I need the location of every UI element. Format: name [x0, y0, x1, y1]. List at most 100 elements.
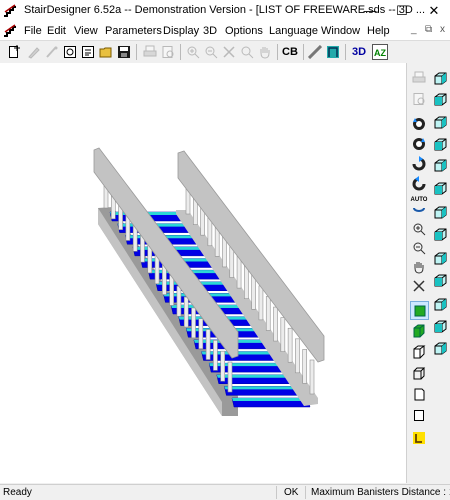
status-bar: Ready OK Maximum Banisters Distance : 1: [0, 484, 450, 500]
new-stair-icon[interactable]: [6, 43, 24, 61]
tread-nosing: [224, 386, 302, 390]
right-baluster: [309, 359, 315, 395]
print-preview-icon[interactable]: [159, 43, 177, 61]
mdi-minimize-button[interactable]: _: [411, 24, 417, 35]
tread-nosing: [201, 351, 279, 355]
left-baluster: [198, 318, 204, 350]
menu-options[interactable]: Options: [225, 25, 263, 37]
view-cube-icon[interactable]: [431, 135, 449, 153]
auto-label: AUTO: [410, 196, 428, 203]
title-bar: StairDesigner 6.52a -- Demonstration Ver…: [0, 0, 450, 22]
menu-window[interactable]: Window: [321, 25, 360, 37]
sort-az-icon[interactable]: AZ: [371, 43, 389, 61]
cb-button[interactable]: CB: [280, 43, 300, 61]
outline-box-icon[interactable]: [410, 385, 428, 403]
flat-box-icon[interactable]: [410, 406, 428, 424]
status-divider: [305, 486, 306, 499]
3d-view-button[interactable]: 3D: [349, 43, 369, 61]
zoom-in-icon[interactable]: [184, 43, 202, 61]
sort-az-label: AZ: [374, 48, 386, 58]
toolbar-separator: [277, 44, 278, 60]
shaded-cube-icon[interactable]: [410, 322, 428, 340]
right-baluster: [258, 285, 264, 321]
stair-3d-model[interactable]: [0, 63, 406, 483]
zoom-out-icon[interactable]: [410, 239, 428, 257]
rotate-left-icon[interactable]: [410, 115, 428, 133]
3d-view-label: 3D: [351, 46, 367, 58]
pan-hand-icon[interactable]: [256, 43, 274, 61]
pan-hand-icon[interactable]: [410, 258, 428, 276]
right-baluster: [295, 338, 300, 374]
menu-display[interactable]: Display: [163, 25, 199, 37]
document-icon[interactable]: [3, 23, 19, 39]
print-icon[interactable]: [410, 69, 428, 87]
right-baluster: [251, 274, 256, 310]
view-cube-icon[interactable]: [431, 249, 449, 267]
status-divider: [276, 486, 277, 499]
zoom-extents-icon[interactable]: [410, 277, 428, 295]
wireframe-box-icon[interactable]: [410, 364, 428, 382]
app-icon[interactable]: [3, 3, 19, 19]
view-cube-icon[interactable]: [431, 317, 449, 335]
new-document-icon[interactable]: [79, 43, 97, 61]
menu-view[interactable]: View: [74, 25, 98, 37]
menu-language[interactable]: Language: [269, 25, 318, 37]
3d-viewport[interactable]: [0, 63, 407, 483]
left-baluster: [205, 329, 211, 360]
view-cube-icon[interactable]: [431, 271, 449, 289]
open-folder-icon[interactable]: [97, 43, 115, 61]
menu-parameters[interactable]: Parameters: [105, 25, 162, 37]
view-cube-icon[interactable]: [431, 203, 449, 221]
toolbar: CB 3D AZ: [0, 40, 450, 64]
rotate-right-icon[interactable]: [410, 135, 428, 153]
zoom-extents-icon[interactable]: [220, 43, 238, 61]
view-cube-icon[interactable]: [431, 113, 449, 131]
mdi-close-button[interactable]: x: [440, 24, 445, 35]
maximize-button[interactable]: ☐: [386, 0, 418, 22]
stringer-tool-icon[interactable]: [306, 43, 324, 61]
view-cube-icon[interactable]: [431, 295, 449, 313]
dimension-tool-icon[interactable]: [410, 429, 428, 447]
view-cube-icon[interactable]: [431, 69, 449, 87]
menu-file[interactable]: File: [24, 25, 42, 37]
toolbar-separator: [180, 44, 181, 60]
view-cube-icon[interactable]: [431, 339, 449, 357]
open-model-icon[interactable]: [61, 43, 79, 61]
view-cube-icon[interactable]: [431, 179, 449, 197]
view-toolbar: AUTO: [407, 63, 450, 483]
wireframe-cube-icon[interactable]: [410, 343, 428, 361]
left-baluster: [220, 350, 226, 382]
right-baluster: [280, 317, 286, 352]
menu-help[interactable]: Help: [367, 25, 390, 37]
menu-edit[interactable]: Edit: [47, 25, 66, 37]
rotate-down-icon[interactable]: [410, 175, 428, 193]
view-cube-icon[interactable]: [431, 225, 449, 243]
draw-icon[interactable]: [43, 43, 61, 61]
save-icon[interactable]: [115, 43, 133, 61]
rotate-up-icon[interactable]: [410, 155, 428, 173]
left-baluster: [213, 340, 218, 371]
zoom-window-icon[interactable]: [238, 43, 256, 61]
right-baluster: [302, 349, 308, 384]
left-baluster: [169, 275, 174, 306]
print-icon[interactable]: [141, 43, 159, 61]
toolbar-separator: [136, 44, 137, 60]
menu-3d[interactable]: 3D: [203, 25, 217, 37]
menu-bar: File Edit View Parameters Display 3D Opt…: [0, 22, 450, 40]
cb-label: CB: [282, 46, 298, 58]
right-baluster: [265, 296, 271, 331]
solid-render-icon[interactable]: [410, 301, 429, 320]
auto-rotate-button[interactable]: AUTO: [409, 195, 429, 213]
toolbar-separator: [345, 44, 346, 60]
zoom-out-icon[interactable]: [202, 43, 220, 61]
print-preview-icon[interactable]: [410, 90, 428, 108]
view-cube-icon[interactable]: [431, 156, 449, 174]
edit-pencil-icon[interactable]: [25, 43, 43, 61]
minimize-button[interactable]: —: [354, 0, 386, 22]
view-cube-icon[interactable]: [431, 90, 449, 108]
close-button[interactable]: ✕: [418, 0, 450, 22]
handrail-tool-icon[interactable]: [324, 43, 342, 61]
mdi-restore-button[interactable]: ⧉: [425, 24, 432, 35]
status-ok: OK: [284, 487, 299, 498]
zoom-in-icon[interactable]: [410, 220, 428, 238]
